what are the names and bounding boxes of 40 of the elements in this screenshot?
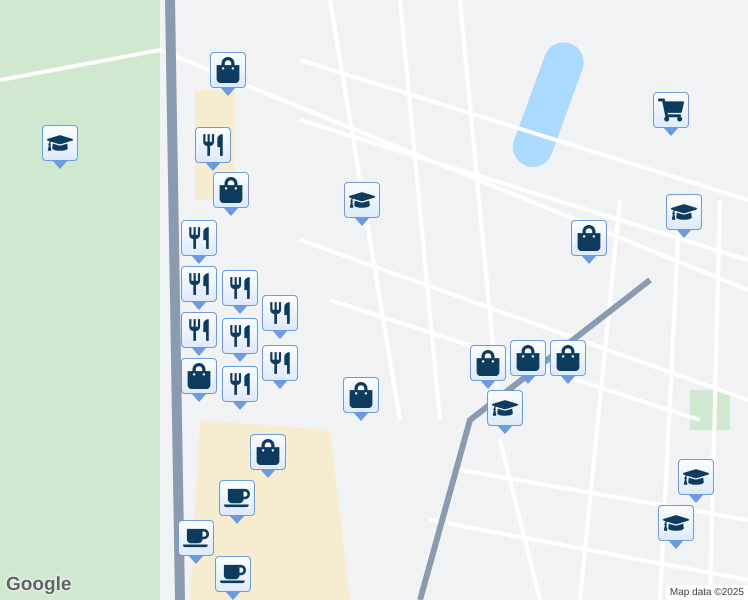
map-pin[interactable] [262,295,298,339]
shopping-bag-icon [555,345,581,371]
map-pin[interactable] [181,220,217,264]
map-pin[interactable] [470,345,506,389]
map-pin[interactable] [181,358,217,402]
map-pin[interactable] [181,266,217,310]
map-pin[interactable] [666,194,702,238]
map-pin[interactable] [550,340,586,384]
map-pin[interactable] [510,340,546,384]
shopping-bag-icon [218,177,244,203]
map-pin[interactable] [222,270,258,314]
map-pin[interactable] [195,127,231,171]
map-pin[interactable] [487,390,523,434]
shopping-cart-icon [658,97,684,123]
map-pin[interactable] [222,366,258,410]
shopping-bag-icon [348,382,374,408]
map-pin[interactable] [343,377,379,421]
map-pin[interactable] [213,172,249,216]
shopping-bag-icon [215,57,241,83]
shopping-bag-icon [576,225,602,251]
map-pin[interactable] [250,434,286,478]
shopping-bag-icon [515,345,541,371]
map-pin[interactable] [42,125,78,169]
map-pin[interactable] [658,505,694,549]
map-pin[interactable] [344,182,380,226]
map-pin[interactable] [678,459,714,503]
map-pin[interactable] [181,312,217,356]
map-attribution[interactable]: Map data ©2025 [666,585,748,600]
map-pin[interactable] [222,318,258,362]
map-pin[interactable] [262,345,298,389]
map-pin[interactable] [653,92,689,136]
map-logo: Google [6,574,72,596]
map-pin[interactable] [178,520,214,564]
map-pin[interactable] [215,556,251,600]
shopping-bag-icon [475,350,501,376]
shopping-bag-icon [255,439,281,465]
map-pin[interactable] [571,220,607,264]
shopping-bag-icon [186,363,212,389]
map-pin[interactable] [219,480,255,524]
map-pin[interactable] [210,52,246,96]
